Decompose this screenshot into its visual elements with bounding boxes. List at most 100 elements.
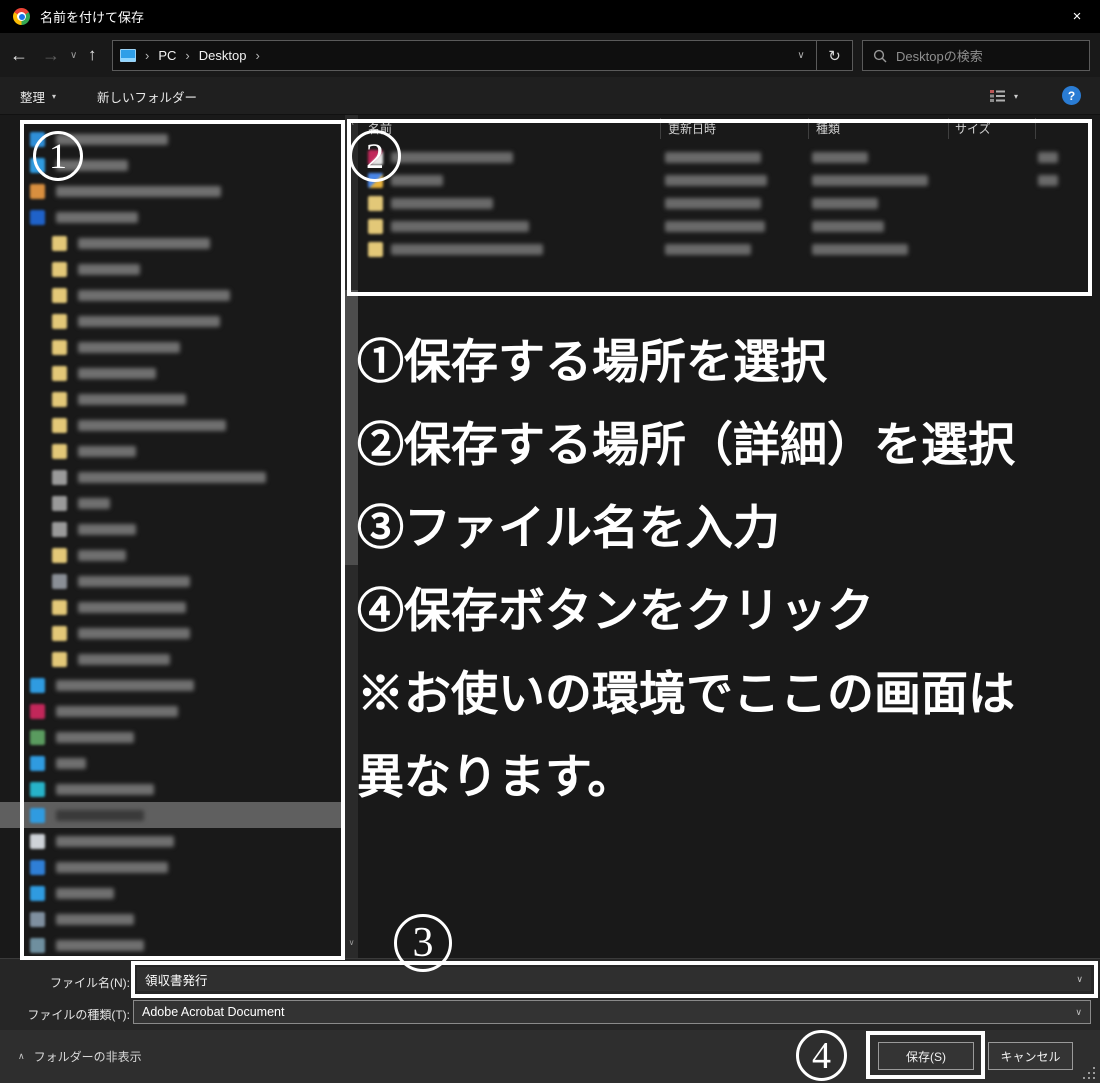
sidebar-item[interactable] xyxy=(0,334,345,360)
sidebar-item[interactable] xyxy=(0,776,345,802)
refresh-icon[interactable]: ↻ xyxy=(817,47,852,65)
column-header-name[interactable]: 名前 xyxy=(368,120,392,137)
sidebar-item[interactable] xyxy=(0,230,345,256)
redacted-label xyxy=(56,758,86,769)
change-view-button[interactable]: ▾ xyxy=(990,77,1018,115)
library-icon xyxy=(30,704,45,719)
sidebar-item[interactable] xyxy=(0,464,345,490)
forward-button[interactable]: → xyxy=(42,33,60,77)
scroll-down-icon[interactable]: ∨ xyxy=(345,938,358,947)
redacted-label xyxy=(78,472,266,483)
sidebar-item-selected[interactable] xyxy=(0,802,345,828)
column-divider[interactable] xyxy=(948,118,949,139)
file-row[interactable] xyxy=(358,146,1100,169)
breadcrumb[interactable]: › PC › Desktop › ∨ ↻ xyxy=(112,40,853,71)
sidebar-item[interactable] xyxy=(0,854,345,880)
sidebar-item[interactable] xyxy=(0,568,345,594)
new-folder-button[interactable]: 新しいフォルダー xyxy=(97,77,197,115)
instruction-line: ④保存ボタンをクリック xyxy=(357,571,1099,654)
sidebar-item[interactable] xyxy=(0,126,345,152)
redacted-name xyxy=(391,152,513,163)
folder-icon xyxy=(52,600,67,615)
navigation-pane xyxy=(0,126,345,958)
redacted-type xyxy=(812,175,928,186)
sidebar-item[interactable] xyxy=(0,386,345,412)
resize-grip[interactable] xyxy=(1082,1066,1095,1079)
details-view-icon xyxy=(990,89,1006,103)
sidebar-item[interactable] xyxy=(0,204,345,230)
sidebar-item[interactable] xyxy=(0,594,345,620)
sidebar-item[interactable] xyxy=(0,542,345,568)
sidebar-item[interactable] xyxy=(0,256,345,282)
redacted-label xyxy=(56,186,221,197)
redacted-name xyxy=(391,198,493,209)
organize-button[interactable]: 整理 ▾ xyxy=(20,77,56,115)
search-input[interactable]: Desktopの検索 xyxy=(862,40,1090,71)
column-divider[interactable] xyxy=(660,118,661,139)
cancel-button[interactable]: キャンセル xyxy=(988,1042,1073,1070)
file-row[interactable] xyxy=(358,169,1100,192)
folder-icon xyxy=(368,196,383,211)
redacted-label xyxy=(78,342,180,353)
column-header-modified[interactable]: 更新日時 xyxy=(668,120,716,137)
address-row: ← → ∨ ↑ › PC › Desktop › ∨ ↻ Desktopの検索 xyxy=(0,33,1100,77)
column-header-type[interactable]: 種類 xyxy=(816,120,840,137)
redacted-label xyxy=(56,706,178,717)
redacted-label xyxy=(78,394,186,405)
redacted-label xyxy=(78,290,230,301)
sidebar-item[interactable] xyxy=(0,724,345,750)
sidebar-item[interactable] xyxy=(0,152,345,178)
file-row[interactable] xyxy=(358,215,1100,238)
folder-icon xyxy=(52,418,67,433)
sidebar-item[interactable] xyxy=(0,932,345,958)
sidebar-item[interactable] xyxy=(0,672,345,698)
breadcrumb-item-pc[interactable]: PC xyxy=(158,48,176,63)
redacted-label xyxy=(56,732,134,743)
chevron-down-icon[interactable]: ∨ xyxy=(1075,1007,1082,1018)
help-icon[interactable]: ? xyxy=(1062,86,1081,105)
file-row[interactable] xyxy=(358,192,1100,215)
redacted-label xyxy=(78,576,190,587)
file-row[interactable] xyxy=(358,238,1100,261)
address-dropdown-chevron-icon[interactable]: ∨ xyxy=(786,50,816,61)
sidebar-item[interactable] xyxy=(0,490,345,516)
sidebar-item[interactable] xyxy=(0,906,345,932)
sidebar-item[interactable] xyxy=(0,360,345,386)
instruction-line: 異なります。 xyxy=(357,737,1099,820)
folder-icon xyxy=(52,288,67,303)
redacted-label xyxy=(56,862,168,873)
close-icon[interactable]: × xyxy=(1054,0,1100,33)
sidebar-item[interactable] xyxy=(0,620,345,646)
column-header-size[interactable]: サイズ xyxy=(955,120,991,137)
sidebar-item[interactable] xyxy=(0,516,345,542)
redacted-size xyxy=(1038,175,1058,186)
column-divider[interactable] xyxy=(808,118,809,139)
sidebar-item[interactable] xyxy=(0,178,345,204)
back-button[interactable]: ← xyxy=(10,33,28,77)
column-divider[interactable] xyxy=(1035,118,1036,139)
up-button[interactable]: ↑ xyxy=(88,33,97,77)
file-name-input[interactable]: 領収書発行 ∨ xyxy=(137,967,1091,991)
hide-folders-button[interactable]: ∧ フォルダーの非表示 xyxy=(18,1030,142,1083)
folder-icon xyxy=(52,340,67,355)
chevron-down-icon[interactable]: ∨ xyxy=(1076,974,1083,985)
sidebar-item[interactable] xyxy=(0,750,345,776)
recent-locations-chevron-icon[interactable]: ∨ xyxy=(70,33,77,77)
sidebar-item[interactable] xyxy=(0,698,345,724)
caret-down-icon: ▾ xyxy=(52,92,56,101)
file-type-select[interactable]: Adobe Acrobat Document ∨ xyxy=(133,1000,1091,1024)
sidebar-item[interactable] xyxy=(0,308,345,334)
breadcrumb-item-desktop[interactable]: Desktop xyxy=(199,48,247,63)
save-button[interactable]: 保存(S) xyxy=(878,1042,974,1070)
scroll-up-icon[interactable]: ∧ xyxy=(345,118,358,127)
folder-icon xyxy=(52,262,67,277)
sidebar-item[interactable] xyxy=(0,828,345,854)
sidebar-item[interactable] xyxy=(0,438,345,464)
sidebar-item[interactable] xyxy=(0,880,345,906)
redacted-type xyxy=(812,198,878,209)
sidebar-item[interactable] xyxy=(0,282,345,308)
redacted-label xyxy=(56,836,174,847)
instruction-line: ①保存する場所を選択 xyxy=(357,322,1099,405)
sidebar-item[interactable] xyxy=(0,646,345,672)
sidebar-item[interactable] xyxy=(0,412,345,438)
